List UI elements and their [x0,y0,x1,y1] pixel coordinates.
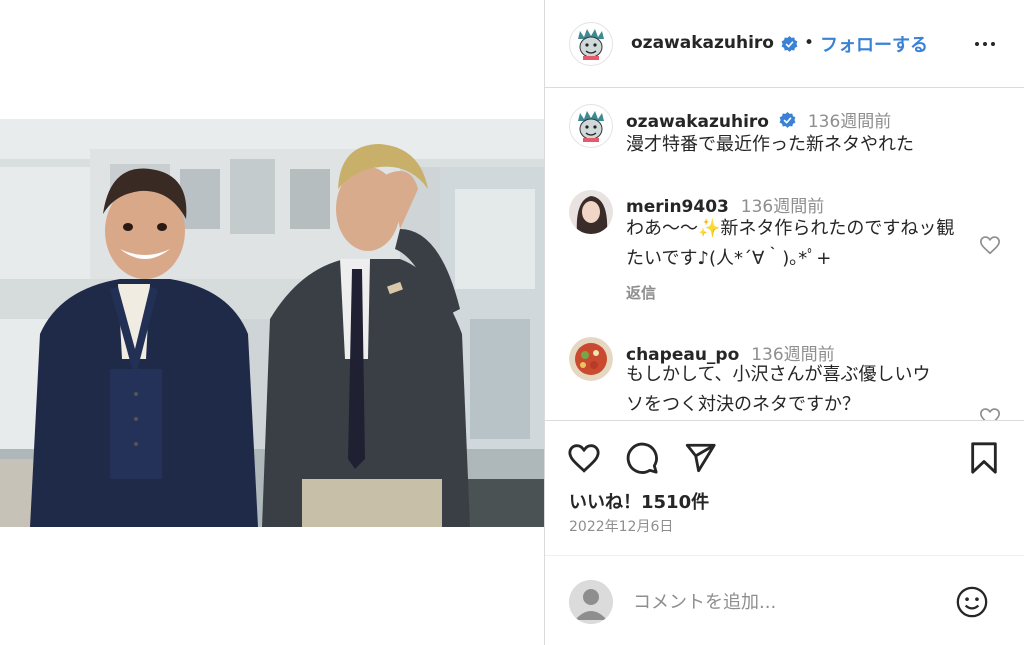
comment-text: わあ〜〜✨新ネタ作られたのですねッ観 たいです♪(人*´∀｀)｡*ﾟ+ [626,214,966,274]
comment-like-heart-icon[interactable] [979,406,1001,420]
author-username[interactable]: ozawakazuhiro [631,33,774,53]
emoji-icon[interactable] [955,585,989,619]
comment-line: もしかして、小沢さんが喜ぶ優しいウ [626,364,931,385]
comment-avatar[interactable] [569,337,613,381]
comment-line: ソをつく対決のネタですか？ [626,394,860,415]
post-photo[interactable] [0,119,544,527]
comments-list[interactable]: ozawakazuhiro 136週間前 漫才特番で最近作った新ネタやれた me… [545,88,1024,420]
header-separator: • [804,33,815,53]
add-comment-bar [545,555,1024,645]
comment-username[interactable]: ozawakazuhiro [626,112,769,132]
post-media-panel [0,0,544,645]
comment-icon[interactable] [625,441,659,475]
verified-badge-icon [781,36,798,52]
author-avatar[interactable] [569,22,613,66]
comment-line: 漫才特番で最近作った新ネタやれた [626,134,914,155]
photo-illustration [0,119,544,527]
comment-like-heart-icon[interactable] [979,234,1001,256]
author-avatar-illustration [571,24,611,64]
follow-button[interactable]: フォローする [820,31,928,57]
comment-line: たいです♪(人*´∀｀)｡*ﾟ+ [626,248,832,269]
comment-avatar[interactable] [569,190,613,234]
current-user-avatar [569,580,613,624]
post-actions: いいね！1510件 2022年12月6日 [545,420,1024,555]
comment-text: もしかして、小沢さんが喜ぶ優しいウ ソをつく対決のネタですか？ [626,360,966,420]
default-avatar-icon [569,580,613,624]
verified-badge-icon [779,112,796,128]
comment-time: 136週間前 [807,112,892,132]
likes-count[interactable]: いいね！1510件 [569,488,709,514]
comment-user[interactable]: ozawakazuhiro 136週間前 [626,107,891,132]
comment-line: わあ〜〜✨新ネタ作られたのですねッ観 [626,218,955,239]
comment-avatar-illustration [569,337,613,381]
post-detail-panel: ozawakazuhiro • フォローする ozawakazuhiro 136… [544,0,1024,645]
comment-text: 漫才特番で最近作った新ネタやれた [626,130,966,160]
post-date: 2022年12月6日 [569,519,674,535]
heart-icon[interactable] [567,441,601,475]
caption-avatar[interactable] [569,104,613,148]
more-options-icon[interactable] [973,34,997,54]
comment-input[interactable] [631,586,935,618]
bookmark-icon[interactable] [967,441,1001,475]
reply-button[interactable]: 返信 [626,282,656,303]
comment-avatar-illustration [569,190,613,234]
share-icon[interactable] [683,441,717,475]
post-header: ozawakazuhiro • フォローする [545,0,1024,88]
caption-avatar-illustration [571,106,611,146]
